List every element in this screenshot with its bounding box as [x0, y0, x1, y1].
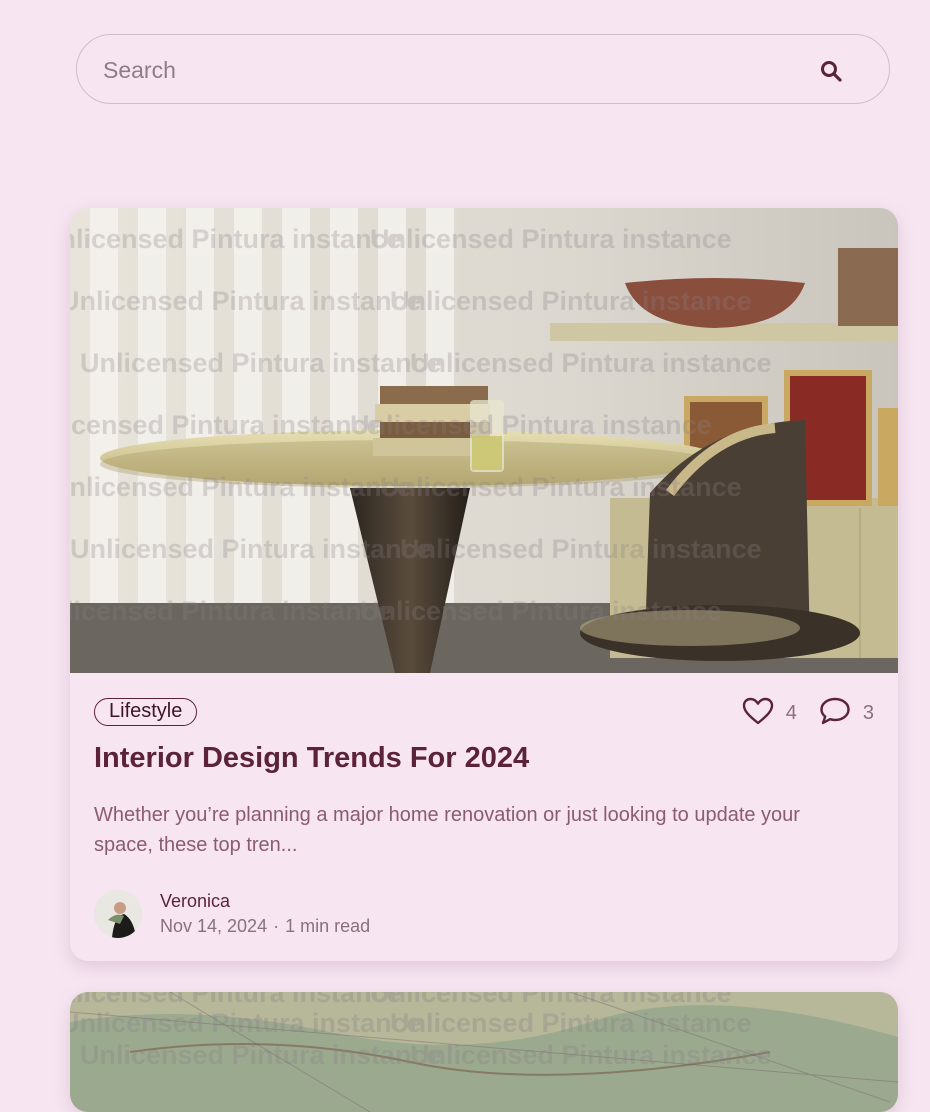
comment-count: 3	[862, 701, 874, 724]
watermark-text: Unlicensed Pintura instance	[70, 992, 402, 1008]
post-cover-image[interactable]: Unlicensed Pintura instance Unlicensed P…	[70, 208, 898, 673]
watermark-text: Unlicensed Pintura instance	[410, 348, 772, 378]
watermark-text: Unlicensed Pintura instance	[70, 534, 432, 564]
watermark-text: Unlicensed Pintura instance	[370, 224, 732, 254]
watermark-text: Unlicensed Pintura instance	[390, 1008, 752, 1038]
post-meta: Nov 14, 2024 · 1 min read	[160, 916, 370, 937]
watermark-text: Unlicensed Pintura instance	[80, 1040, 442, 1070]
author-avatar[interactable]	[94, 890, 142, 938]
watermark-text: Unlicensed Pintura instance	[410, 1040, 772, 1070]
watermark-text: Unlicensed Pintura instance	[380, 472, 742, 502]
watermark-text: Unlicensed Pintura instance	[70, 1008, 422, 1038]
watermark-text: Unlicensed Pintura instance	[70, 410, 382, 440]
search-input[interactable]	[101, 35, 785, 105]
watermark-text: Unlicensed Pintura instance	[70, 286, 422, 316]
like-count: 4	[785, 701, 797, 724]
post-cover-image[interactable]: Unlicensed Pintura instance Unlicensed P…	[70, 992, 898, 1112]
post-excerpt: Whether you’re planning a major home ren…	[94, 804, 800, 856]
comment-button[interactable]: 3	[819, 696, 874, 731]
watermark-text: Unlicensed Pintura instance	[390, 286, 752, 316]
watermark-text: Unlicensed Pintura instance	[70, 472, 412, 502]
post-stats: 4 3	[742, 696, 874, 731]
comment-icon[interactable]	[819, 696, 851, 731]
search-bar[interactable]	[76, 34, 890, 105]
category-tag[interactable]: Lifestyle	[94, 698, 198, 726]
read-time: 1 min read	[285, 916, 371, 936]
watermark-text: Unlicensed Pintura instance	[400, 534, 762, 564]
post-date: Nov 14, 2024	[160, 916, 268, 936]
search-icon[interactable]	[819, 59, 843, 83]
meta-separator: ·	[273, 916, 280, 936]
watermark-text: Unlicensed Pintura instance	[350, 410, 712, 440]
watermark-text: Unlicensed Pintura instance	[70, 224, 402, 254]
post-card[interactable]: Unlicensed Pintura instance Unlicensed P…	[70, 208, 898, 961]
like-button[interactable]: 4	[742, 696, 797, 731]
watermark-text: Unlicensed Pintura instance	[70, 596, 392, 626]
author-name[interactable]: Veronica	[160, 891, 230, 912]
heart-icon[interactable]	[742, 696, 774, 731]
post-card[interactable]: Unlicensed Pintura instance Unlicensed P…	[70, 992, 898, 1112]
watermark-text: Unlicensed Pintura instance	[360, 596, 722, 626]
watermark-text: Unlicensed Pintura instance	[80, 348, 442, 378]
watermark-text: Unlicensed Pintura instance	[370, 992, 732, 1008]
post-title[interactable]: Interior Design Trends For 2024	[94, 742, 529, 775]
